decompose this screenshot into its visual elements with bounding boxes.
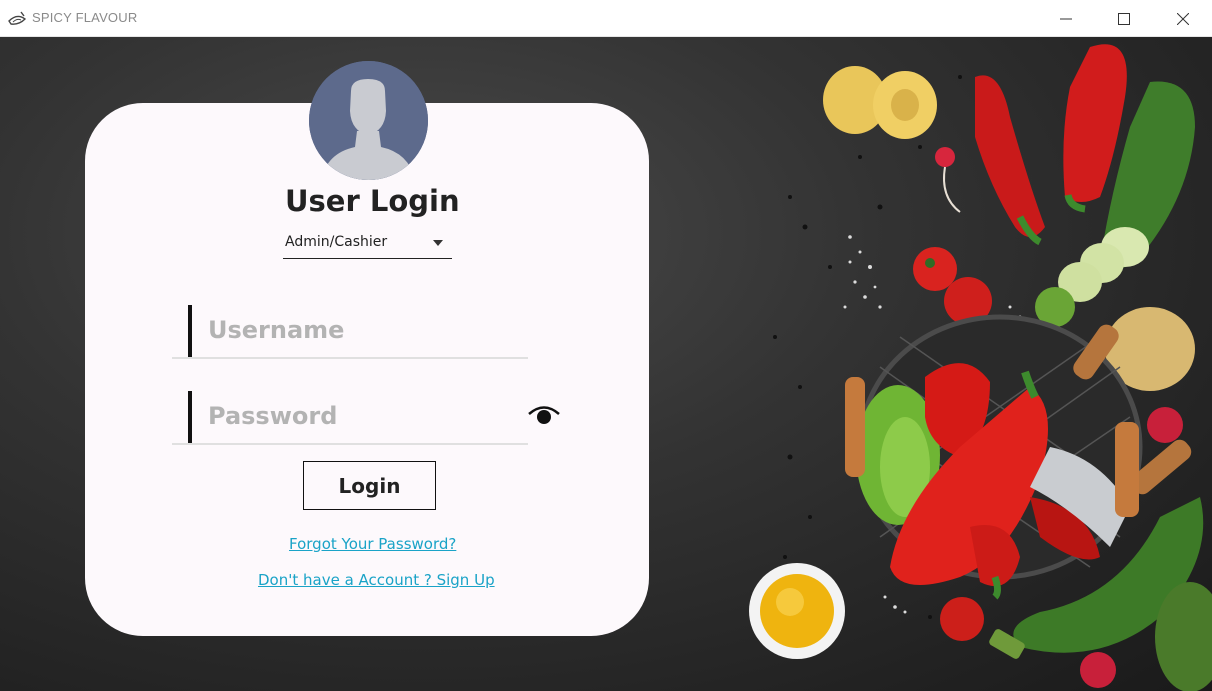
close-button[interactable] <box>1154 0 1212 37</box>
minimize-icon <box>1060 18 1072 19</box>
username-input[interactable] <box>208 310 508 350</box>
username-field <box>172 304 528 359</box>
eye-icon[interactable] <box>527 403 561 427</box>
maximize-icon <box>1118 12 1130 25</box>
password-field <box>172 390 528 445</box>
app-logo-icon <box>8 11 27 25</box>
signup-link[interactable]: Don't have a Account ? Sign Up <box>258 571 495 589</box>
login-title: User Login <box>285 184 460 218</box>
chevron-down-icon <box>433 240 443 246</box>
login-card <box>85 103 649 636</box>
login-button[interactable]: Login <box>303 461 436 510</box>
username-field-accent <box>188 305 192 357</box>
window-title: SPICY FLAVOUR <box>32 10 138 25</box>
password-input[interactable] <box>208 396 508 436</box>
title-bar: SPICY FLAVOUR <box>0 0 1212 37</box>
minimize-button[interactable] <box>1037 0 1095 37</box>
user-avatar-icon <box>309 61 428 180</box>
password-field-accent <box>188 391 192 443</box>
maximize-button[interactable] <box>1095 0 1153 37</box>
close-icon <box>1177 12 1189 25</box>
role-dropdown-value: Admin/Cashier <box>285 234 388 250</box>
forgot-password-link[interactable]: Forgot Your Password? <box>289 535 456 553</box>
role-dropdown[interactable]: Admin/Cashier <box>283 230 452 259</box>
